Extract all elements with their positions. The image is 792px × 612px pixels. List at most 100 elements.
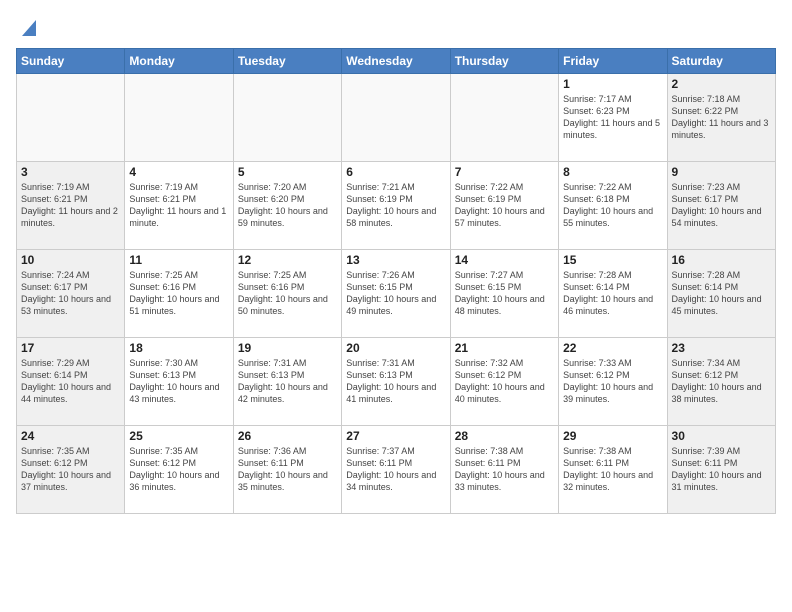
calendar-day-cell	[342, 74, 450, 162]
day-number: 17	[21, 341, 120, 355]
day-number: 28	[455, 429, 554, 443]
header	[16, 16, 776, 38]
day-info: Sunrise: 7:20 AM Sunset: 6:20 PM Dayligh…	[238, 181, 337, 230]
day-number: 19	[238, 341, 337, 355]
day-info: Sunrise: 7:35 AM Sunset: 6:12 PM Dayligh…	[21, 445, 120, 494]
day-number: 25	[129, 429, 228, 443]
calendar-day-cell: 23 Sunrise: 7:34 AM Sunset: 6:12 PM Dayli…	[667, 338, 775, 426]
calendar-day-cell: 24 Sunrise: 7:35 AM Sunset: 6:12 PM Dayli…	[17, 426, 125, 514]
day-info: Sunrise: 7:18 AM Sunset: 6:22 PM Dayligh…	[672, 93, 771, 142]
calendar-day-cell: 27Sunrise: 7:37 AM Sunset: 6:11 PM Dayli…	[342, 426, 450, 514]
calendar-table: SundayMondayTuesdayWednesdayThursdayFrid…	[16, 48, 776, 514]
day-number: 7	[455, 165, 554, 179]
day-number: 12	[238, 253, 337, 267]
calendar-day-cell: 20 Sunrise: 7:31 AM Sunset: 6:13 PM Dayli…	[342, 338, 450, 426]
calendar-day-cell: 13 Sunrise: 7:26 AM Sunset: 6:15 PM Dayli…	[342, 250, 450, 338]
calendar-day-cell: 30 Sunrise: 7:39 AM Sunset: 6:11 PM Dayli…	[667, 426, 775, 514]
day-info: Sunrise: 7:28 AM Sunset: 6:14 PM Dayligh…	[672, 269, 771, 318]
calendar-day-cell: 21 Sunrise: 7:32 AM Sunset: 6:12 PM Dayli…	[450, 338, 558, 426]
calendar-day-cell: 9Sunrise: 7:23 AM Sunset: 6:17 PM Daylig…	[667, 162, 775, 250]
day-number: 18	[129, 341, 228, 355]
day-info: Sunrise: 7:27 AM Sunset: 6:15 PM Dayligh…	[455, 269, 554, 318]
day-info: Sunrise: 7:33 AM Sunset: 6:12 PM Dayligh…	[563, 357, 662, 406]
day-info: Sunrise: 7:19 AM Sunset: 6:21 PM Dayligh…	[129, 181, 228, 230]
calendar-day-cell: 7Sunrise: 7:22 AM Sunset: 6:19 PM Daylig…	[450, 162, 558, 250]
day-number: 13	[346, 253, 445, 267]
calendar-day-cell	[233, 74, 341, 162]
calendar-day-header: Saturday	[667, 49, 775, 74]
calendar-day-cell: 28 Sunrise: 7:38 AM Sunset: 6:11 PM Dayli…	[450, 426, 558, 514]
calendar-day-cell	[125, 74, 233, 162]
calendar-day-cell	[450, 74, 558, 162]
calendar-day-header: Wednesday	[342, 49, 450, 74]
calendar-week-row: 1 Sunrise: 7:17 AM Sunset: 6:23 PM Daylig…	[17, 74, 776, 162]
day-info: Sunrise: 7:31 AM Sunset: 6:13 PM Dayligh…	[346, 357, 445, 406]
day-number: 3	[21, 165, 120, 179]
calendar-week-row: 10 Sunrise: 7:24 AM Sunset: 6:17 PM Dayli…	[17, 250, 776, 338]
day-number: 22	[563, 341, 662, 355]
day-number: 11	[129, 253, 228, 267]
day-info: Sunrise: 7:31 AM Sunset: 6:13 PM Dayligh…	[238, 357, 337, 406]
day-info: Sunrise: 7:26 AM Sunset: 6:15 PM Dayligh…	[346, 269, 445, 318]
calendar-day-header: Friday	[559, 49, 667, 74]
calendar-day-cell: 3 Sunrise: 7:19 AM Sunset: 6:21 PM Daylig…	[17, 162, 125, 250]
day-info: Sunrise: 7:39 AM Sunset: 6:11 PM Dayligh…	[672, 445, 771, 494]
day-info: Sunrise: 7:19 AM Sunset: 6:21 PM Dayligh…	[21, 181, 120, 230]
calendar-day-cell: 25 Sunrise: 7:35 AM Sunset: 6:12 PM Dayli…	[125, 426, 233, 514]
day-info: Sunrise: 7:24 AM Sunset: 6:17 PM Dayligh…	[21, 269, 120, 318]
day-info: Sunrise: 7:17 AM Sunset: 6:23 PM Dayligh…	[563, 93, 662, 142]
day-info: Sunrise: 7:30 AM Sunset: 6:13 PM Dayligh…	[129, 357, 228, 406]
calendar-day-cell: 5 Sunrise: 7:20 AM Sunset: 6:20 PM Daylig…	[233, 162, 341, 250]
calendar-day-cell: 4Sunrise: 7:19 AM Sunset: 6:21 PM Daylig…	[125, 162, 233, 250]
day-number: 20	[346, 341, 445, 355]
calendar-day-cell: 19 Sunrise: 7:31 AM Sunset: 6:13 PM Dayli…	[233, 338, 341, 426]
day-info: Sunrise: 7:36 AM Sunset: 6:11 PM Dayligh…	[238, 445, 337, 494]
day-info: Sunrise: 7:32 AM Sunset: 6:12 PM Dayligh…	[455, 357, 554, 406]
page: SundayMondayTuesdayWednesdayThursdayFrid…	[0, 0, 792, 612]
calendar-day-cell: 11 Sunrise: 7:25 AM Sunset: 6:16 PM Dayli…	[125, 250, 233, 338]
day-number: 10	[21, 253, 120, 267]
calendar-day-header: Tuesday	[233, 49, 341, 74]
day-number: 6	[346, 165, 445, 179]
calendar-day-cell: 8Sunrise: 7:22 AM Sunset: 6:18 PM Daylig…	[559, 162, 667, 250]
day-number: 29	[563, 429, 662, 443]
calendar-day-header: Sunday	[17, 49, 125, 74]
day-info: Sunrise: 7:37 AM Sunset: 6:11 PM Dayligh…	[346, 445, 445, 494]
calendar-week-row: 17 Sunrise: 7:29 AM Sunset: 6:14 PM Dayli…	[17, 338, 776, 426]
day-info: Sunrise: 7:38 AM Sunset: 6:11 PM Dayligh…	[455, 445, 554, 494]
day-info: Sunrise: 7:25 AM Sunset: 6:16 PM Dayligh…	[238, 269, 337, 318]
day-number: 8	[563, 165, 662, 179]
day-number: 15	[563, 253, 662, 267]
calendar-day-cell: 1 Sunrise: 7:17 AM Sunset: 6:23 PM Daylig…	[559, 74, 667, 162]
day-number: 21	[455, 341, 554, 355]
calendar-day-cell: 16 Sunrise: 7:28 AM Sunset: 6:14 PM Dayli…	[667, 250, 775, 338]
day-number: 30	[672, 429, 771, 443]
day-info: Sunrise: 7:35 AM Sunset: 6:12 PM Dayligh…	[129, 445, 228, 494]
calendar-day-cell: 10 Sunrise: 7:24 AM Sunset: 6:17 PM Dayli…	[17, 250, 125, 338]
calendar-day-cell	[17, 74, 125, 162]
day-number: 16	[672, 253, 771, 267]
calendar-header-row: SundayMondayTuesdayWednesdayThursdayFrid…	[17, 49, 776, 74]
day-number: 24	[21, 429, 120, 443]
day-info: Sunrise: 7:29 AM Sunset: 6:14 PM Dayligh…	[21, 357, 120, 406]
day-info: Sunrise: 7:21 AM Sunset: 6:19 PM Dayligh…	[346, 181, 445, 230]
calendar-day-cell: 2 Sunrise: 7:18 AM Sunset: 6:22 PM Daylig…	[667, 74, 775, 162]
day-number: 14	[455, 253, 554, 267]
calendar-day-cell: 6 Sunrise: 7:21 AM Sunset: 6:19 PM Daylig…	[342, 162, 450, 250]
calendar-day-cell: 15 Sunrise: 7:28 AM Sunset: 6:14 PM Dayli…	[559, 250, 667, 338]
day-info: Sunrise: 7:28 AM Sunset: 6:14 PM Dayligh…	[563, 269, 662, 318]
calendar-day-cell: 17 Sunrise: 7:29 AM Sunset: 6:14 PM Dayli…	[17, 338, 125, 426]
day-number: 1	[563, 77, 662, 91]
calendar-day-header: Thursday	[450, 49, 558, 74]
day-info: Sunrise: 7:34 AM Sunset: 6:12 PM Dayligh…	[672, 357, 771, 406]
calendar-week-row: 24 Sunrise: 7:35 AM Sunset: 6:12 PM Dayli…	[17, 426, 776, 514]
calendar-day-header: Monday	[125, 49, 233, 74]
calendar-day-cell: 22 Sunrise: 7:33 AM Sunset: 6:12 PM Dayli…	[559, 338, 667, 426]
day-number: 26	[238, 429, 337, 443]
day-number: 23	[672, 341, 771, 355]
day-number: 9	[672, 165, 771, 179]
day-number: 5	[238, 165, 337, 179]
calendar-day-cell: 29Sunrise: 7:38 AM Sunset: 6:11 PM Dayli…	[559, 426, 667, 514]
day-number: 2	[672, 77, 771, 91]
day-info: Sunrise: 7:25 AM Sunset: 6:16 PM Dayligh…	[129, 269, 228, 318]
